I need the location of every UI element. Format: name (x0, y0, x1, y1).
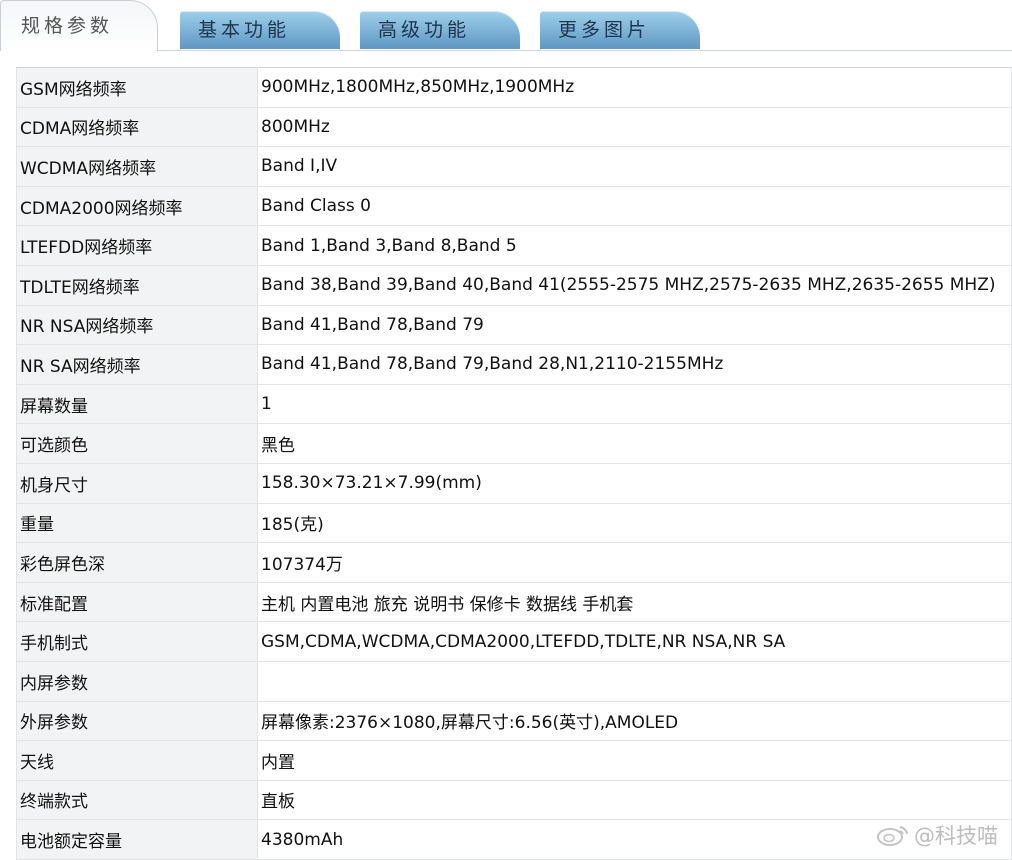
spec-value: Band Class 0 (257, 185, 1012, 227)
spec-label: 彩色屏色深 (16, 542, 258, 583)
tab-more-images[interactable]: 更多图片 (540, 11, 700, 49)
spec-label: 标准配置 (16, 581, 258, 623)
spec-label: CDMA网络频率 (16, 106, 258, 148)
tab-basic-features[interactable]: 基本功能 (180, 11, 340, 49)
table-row: TDLTE网络频率 Band 38,Band 39,Band 40,Band 41… (16, 264, 1012, 306)
tab-advanced-features[interactable]: 高级功能 (360, 11, 520, 49)
spec-label: 屏幕数量 (16, 383, 258, 425)
table-row: 外屏参数 屏幕像素:2376×1080,屏幕尺寸:6.56(英寸),AMOLED (16, 700, 1012, 742)
spec-label: 机身尺寸 (16, 462, 258, 504)
table-row: CDMA2000网络频率 Band Class 0 (16, 185, 1012, 227)
table-row: CDMA网络频率 800MHz (16, 106, 1012, 148)
spec-label: GSM网络频率 (16, 67, 258, 108)
table-row: GSM网络频率 900MHz,1800MHz,850MHz,1900MHz (16, 67, 1012, 108)
spec-label: 可选颜色 (16, 423, 258, 464)
spec-value: 直板 (257, 779, 1012, 821)
spec-label: 外屏参数 (16, 700, 258, 742)
table-row: 电池额定容量 4380mAh (16, 819, 1012, 860)
watermark-text: @科技喵 (914, 824, 998, 848)
spec-label: WCDMA网络频率 (16, 146, 258, 187)
table-row: 天线 内置 (16, 740, 1012, 781)
table-row: 可选颜色 黑色 (16, 423, 1012, 464)
watermark: @科技喵 (876, 820, 998, 850)
spec-value: Band Ⅰ,IV (257, 146, 1012, 187)
spec-value: 900MHz,1800MHz,850MHz,1900MHz (257, 67, 1012, 108)
table-row: 重量 185(克) (16, 502, 1012, 544)
spec-label: CDMA2000网络频率 (16, 185, 258, 227)
table-row: 机身尺寸 158.30×73.21×7.99(mm) (16, 462, 1012, 504)
spec-value: Band 41,Band 78,Band 79 (257, 304, 1012, 346)
table-row: WCDMA网络频率 Band Ⅰ,IV (16, 146, 1012, 187)
spec-value: 屏幕像素:2376×1080,屏幕尺寸:6.56(英寸),AMOLED (257, 700, 1012, 742)
spec-label: NR NSA网络频率 (16, 304, 258, 346)
spec-label: 终端款式 (16, 779, 258, 821)
spec-label: TDLTE网络频率 (16, 264, 258, 306)
spec-value: 1 (257, 383, 1012, 425)
table-row: 终端款式 直板 (16, 779, 1012, 821)
table-row: 内屏参数 (16, 660, 1012, 702)
spec-value: 107374万 (257, 542, 1012, 583)
spec-value: 黑色 (257, 423, 1012, 464)
table-row: NR NSA网络频率 Band 41,Band 78,Band 79 (16, 304, 1012, 346)
tab-specs[interactable]: 规格参数 (0, 0, 158, 51)
spec-label: 重量 (16, 502, 258, 544)
table-row: LTEFDD网络频率 Band 1,Band 3,Band 8,Band 5 (16, 225, 1012, 266)
spec-table: GSM网络频率 900MHz,1800MHz,850MHz,1900MHz CDM… (16, 67, 1012, 860)
spec-value (257, 660, 1012, 702)
spec-label: LTEFDD网络频率 (16, 225, 258, 266)
table-row: 标准配置 主机 内置电池 旅充 说明书 保修卡 数据线 手机套 (16, 581, 1012, 623)
spec-label: 电池额定容量 (16, 819, 258, 860)
spec-label: 手机制式 (16, 621, 258, 662)
spec-value: 185(克) (257, 502, 1012, 544)
table-row: NR SA网络频率 Band 41,Band 78,Band 79,Band 28… (16, 344, 1012, 385)
spec-value: 800MHz (257, 106, 1012, 148)
spec-value: 主机 内置电池 旅充 说明书 保修卡 数据线 手机套 (257, 581, 1012, 623)
spec-label: 内屏参数 (16, 660, 258, 702)
spec-value: Band 38,Band 39,Band 40,Band 41(2555-257… (257, 264, 1012, 306)
tab-bar: 规格参数 基本功能 高级功能 更多图片 (0, 0, 1012, 51)
spec-value: GSM,CDMA,WCDMA,CDMA2000,LTEFDD,TDLTE,NR … (257, 621, 1012, 662)
spec-value: Band 1,Band 3,Band 8,Band 5 (257, 225, 1012, 266)
table-row: 彩色屏色深 107374万 (16, 542, 1012, 583)
spec-value: 内置 (257, 740, 1012, 781)
spec-label: NR SA网络频率 (16, 344, 258, 385)
spec-value: Band 41,Band 78,Band 79,Band 28,N1,2110-… (257, 344, 1012, 385)
spec-label: 天线 (16, 740, 258, 781)
weibo-icon (876, 824, 910, 846)
spec-value: 158.30×73.21×7.99(mm) (257, 462, 1012, 504)
table-row: 手机制式 GSM,CDMA,WCDMA,CDMA2000,LTEFDD,TDLTE… (16, 621, 1012, 662)
table-row: 屏幕数量 1 (16, 383, 1012, 425)
